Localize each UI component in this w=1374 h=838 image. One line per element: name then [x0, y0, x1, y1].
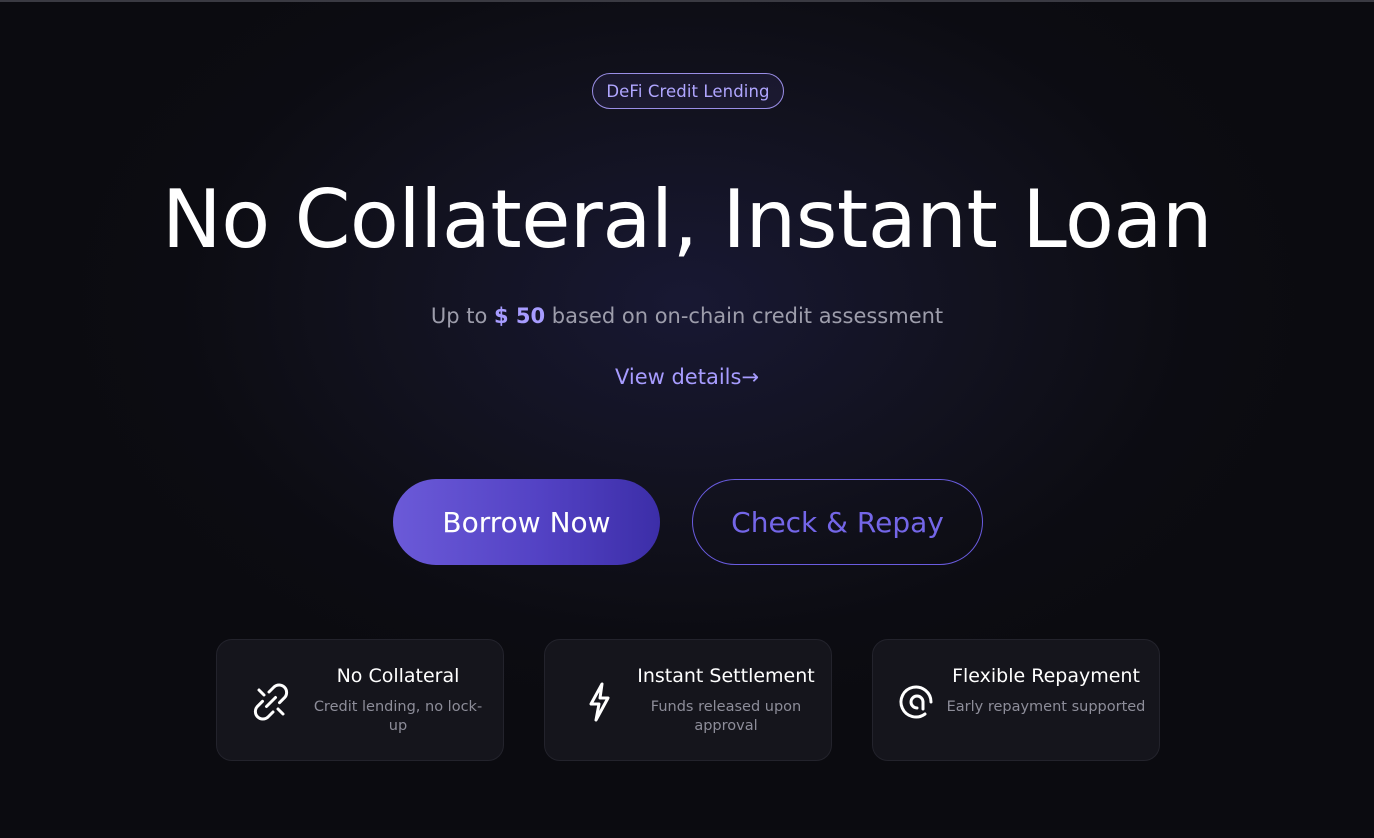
hero-page: DeFi Credit Lending No Collateral, Insta… [0, 0, 1374, 838]
borrow-now-button[interactable]: Borrow Now [393, 479, 660, 565]
subtitle-suffix: based on on-chain credit assessment [545, 304, 944, 328]
feature-title: Flexible Repayment [952, 665, 1140, 687]
feature-card-instant-settlement: Instant Settlement Funds released upon a… [544, 639, 832, 761]
feature-description: Early repayment supported [946, 699, 1146, 715]
feature-text: No Collateral Credit lending, no lock-up [305, 662, 491, 736]
feature-text: Instant Settlement Funds released upon a… [633, 662, 819, 736]
feature-card-flexible-repayment: Flexible Repayment Early repayment suppo… [872, 639, 1160, 761]
hero-subtitle: Up to $ 50 based on on-chain credit asse… [0, 304, 1374, 328]
feature-title: No Collateral [336, 665, 460, 687]
feature-card-no-collateral: No Collateral Credit lending, no lock-up [216, 639, 504, 761]
feature-title: Instant Settlement [637, 665, 815, 687]
view-details-link[interactable]: View details→ [615, 365, 759, 389]
view-details-label: View details [614, 365, 742, 389]
category-badge: DeFi Credit Lending [592, 73, 784, 109]
feature-text: Flexible Repayment Early repayment suppo… [945, 662, 1147, 717]
check-repay-button[interactable]: Check & Repay [692, 479, 983, 565]
refresh-circle-icon [893, 678, 941, 726]
subtitle-prefix: Up to [430, 304, 494, 328]
view-details-row: View details→ [0, 365, 1374, 389]
feature-description: Funds released upon approval [650, 699, 802, 734]
feature-description: Credit lending, no lock-up [313, 699, 483, 734]
hero-title: No Collateral, Instant Loan [161, 173, 1213, 266]
lightning-icon [575, 678, 623, 726]
broken-link-icon [247, 678, 295, 726]
loan-amount: $ 50 [493, 304, 546, 328]
arrow-right-icon: → [741, 365, 760, 389]
